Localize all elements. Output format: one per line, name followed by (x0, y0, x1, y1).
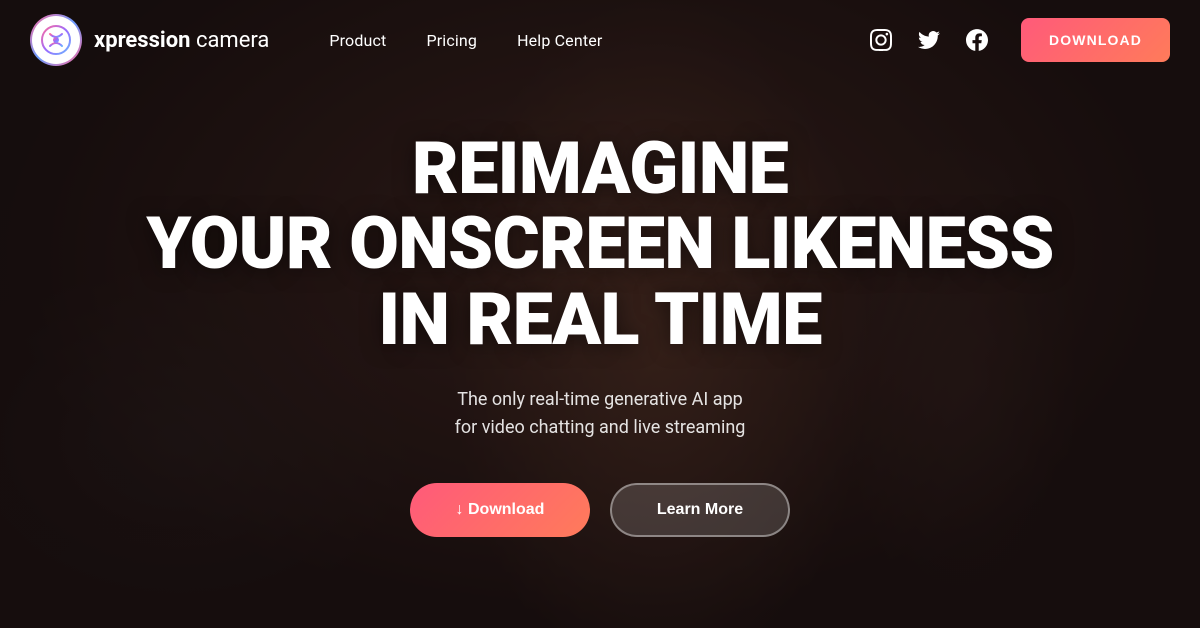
hero-subtitle: The only real-time generative AI app for… (455, 386, 746, 444)
hero-content: REIMAGINE YOUR ONSCREEN LIKENESS IN REAL… (0, 0, 1200, 628)
download-button[interactable]: DOWNLOAD (1021, 18, 1170, 62)
hero-subtitle-line2: for video chatting and live streaming (455, 417, 746, 438)
instagram-icon[interactable] (867, 26, 895, 54)
nav-pricing[interactable]: Pricing (426, 31, 477, 50)
logo-name-regular: camera (190, 28, 269, 53)
nav-product[interactable]: Product (329, 31, 386, 50)
logo-name-bold: xpression (94, 28, 190, 53)
nav-social (867, 26, 991, 54)
hero-wrapper: xpression camera Product Pricing Help Ce… (0, 0, 1200, 628)
nav-help-center[interactable]: Help Center (517, 31, 602, 50)
twitter-icon[interactable] (915, 26, 943, 54)
cta-learn-more-button[interactable]: Learn More (610, 483, 790, 537)
logo-text: xpression camera (94, 28, 269, 53)
navigation: xpression camera Product Pricing Help Ce… (0, 0, 1200, 80)
hero-title-line1: REIMAGINE (412, 126, 788, 211)
facebook-icon[interactable] (963, 26, 991, 54)
cta-download-button[interactable]: ↓ Download (410, 483, 590, 537)
hero-title-line3: IN REAL TIME (378, 277, 821, 362)
hero-cta-row: ↓ Download Learn More (410, 483, 790, 537)
hero-subtitle-line1: The only real-time generative AI app (457, 389, 743, 410)
nav-links: Product Pricing Help Center (329, 31, 867, 50)
hero-title: REIMAGINE YOUR ONSCREEN LIKENESS IN REAL… (146, 131, 1054, 358)
hero-title-line2: YOUR ONSCREEN LIKENESS (146, 201, 1054, 286)
logo-icon (30, 14, 82, 66)
logo-link[interactable]: xpression camera (30, 14, 269, 66)
logo-svg (40, 24, 72, 56)
